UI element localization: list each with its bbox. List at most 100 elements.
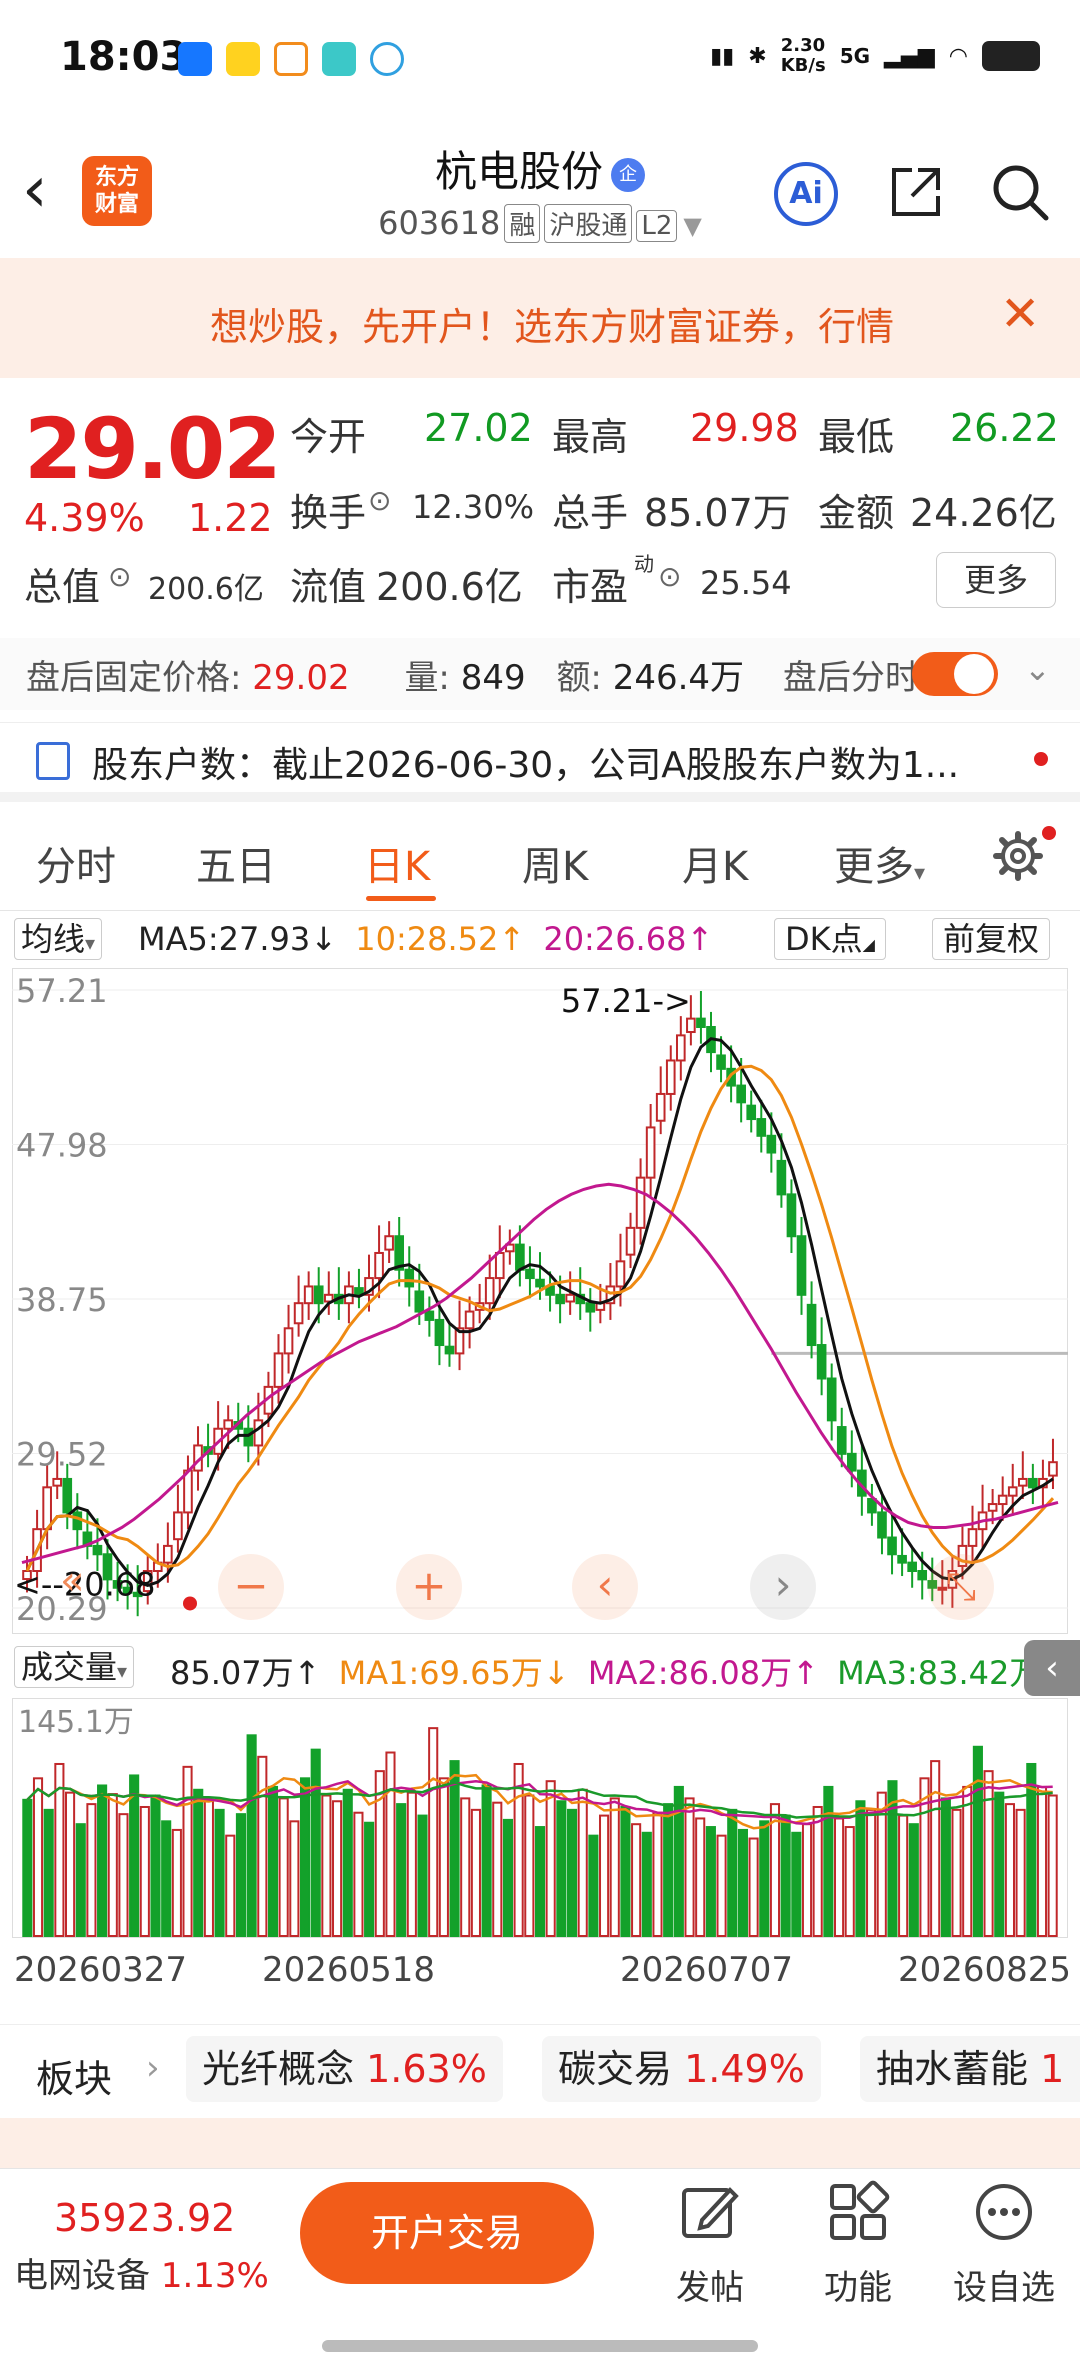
info-icon[interactable]: ⊙: [108, 560, 131, 593]
promo-text[interactable]: 想炒股，先开户！选东方财富证券，行情: [210, 296, 894, 351]
search-icon[interactable]: [988, 160, 1052, 224]
dropdown-icon: ▾: [117, 1659, 128, 1683]
fullscreen-button[interactable]: ⤡: [928, 1554, 994, 1620]
candle-body: [515, 1243, 525, 1271]
sector-item[interactable]: 抽水蓄能 1: [860, 2036, 1080, 2102]
index-row[interactable]: 电网设备 1.13%: [14, 2248, 269, 2297]
ai-assistant-icon[interactable]: Ai: [774, 162, 838, 226]
dropdown-icon: ▾: [914, 861, 926, 886]
share-icon[interactable]: [886, 162, 946, 222]
info-icon[interactable]: ⊙: [368, 484, 391, 517]
candle-body: [585, 1302, 596, 1313]
vol-ma2-arrow: ↑: [792, 1654, 819, 1692]
volume-bar: [951, 1808, 962, 1937]
after-hours-row: 盘后固定价格: 29.02 量: 849 额: 246.4万 盘后分时: [26, 650, 919, 699]
volume-bar: [460, 1797, 471, 1937]
chevron-right-icon[interactable]: ›: [146, 2048, 160, 2088]
volume-bar: [332, 1800, 343, 1937]
volume-bar: [577, 1788, 588, 1937]
volume-bar: [502, 1818, 514, 1937]
date-label: 20260518: [262, 1950, 436, 1990]
ma-select[interactable]: 均线▾: [14, 918, 103, 960]
volume-bar: [129, 1774, 140, 1937]
volume-bar: [438, 1777, 449, 1937]
collapse-icon[interactable]: ‹: [1024, 1640, 1080, 1696]
volume-bar: [748, 1837, 759, 1937]
volume-bar: [396, 1803, 407, 1937]
candle-body: [686, 1017, 696, 1034]
open-account-button[interactable]: 开户交易: [300, 2182, 594, 2284]
candle-body: [887, 1536, 897, 1556]
shareholders-text[interactable]: 股东户数：截止2026-06-30，公司A股股东户数为1...: [92, 736, 959, 788]
candle-body: [52, 1477, 63, 1487]
volume-bar: [107, 1793, 118, 1938]
volume-bar: [428, 1727, 439, 1937]
tab-more[interactable]: 更多▾: [834, 834, 925, 892]
turnover-value: 12.30%: [412, 488, 535, 526]
volume-bar: [65, 1791, 76, 1937]
candle-body: [675, 1034, 686, 1062]
grid-icon[interactable]: [826, 2180, 890, 2244]
features-label[interactable]: 功能: [798, 2260, 918, 2309]
volume-select[interactable]: 成交量▾: [14, 1646, 135, 1688]
info-icon[interactable]: ⊙: [658, 560, 681, 593]
volume-bar: [161, 1820, 172, 1937]
tag-margin: 融: [504, 204, 541, 243]
close-icon[interactable]: ✕: [1000, 286, 1040, 342]
volume-chart[interactable]: 145.1万: [12, 1698, 1068, 1938]
volume-bar: [22, 1798, 33, 1937]
candle-body: [665, 1059, 676, 1095]
volume-bar: [118, 1813, 129, 1937]
ma5-arrow: ↓: [310, 920, 338, 958]
candle-body: [836, 1426, 847, 1455]
tab-daily-k[interactable]: 日K: [364, 834, 430, 892]
candle-body: [615, 1260, 626, 1288]
tab-intraday[interactable]: 分时: [36, 834, 116, 892]
more-button[interactable]: 更多: [936, 552, 1056, 608]
sector-item[interactable]: 光纤概念 1.63%: [186, 2036, 503, 2102]
tab-five-day[interactable]: 五日: [196, 834, 276, 892]
candle-body: [997, 1494, 1008, 1506]
candle-body: [565, 1293, 575, 1303]
volume-bar: [769, 1803, 781, 1937]
tab-weekly-k[interactable]: 周K: [522, 834, 588, 892]
index-value[interactable]: 35923.92: [54, 2196, 235, 2240]
candle-body: [645, 1126, 656, 1179]
pan-left-button[interactable]: ‹: [572, 1554, 638, 1620]
compose-icon[interactable]: [678, 2180, 742, 2244]
vol-arrow: ↑: [293, 1654, 321, 1692]
candle-body: [183, 1469, 193, 1514]
candle-body: [917, 1570, 928, 1581]
sector-item[interactable]: 碳交易 1.49%: [542, 2036, 821, 2102]
candle-body: [62, 1477, 73, 1514]
adjust-button[interactable]: 前复权: [932, 918, 1051, 960]
volume-bar: [97, 1784, 108, 1938]
gear-icon[interactable]: [992, 830, 1044, 882]
candle-body: [293, 1302, 304, 1325]
volume-bar: [663, 1803, 674, 1937]
meituan-icon: [226, 42, 260, 76]
chevron-down-icon[interactable]: ⌄: [1024, 650, 1051, 688]
kline-chart[interactable]: 57.2147.9838.7529.5220.2957.21-><--20.68: [12, 968, 1068, 1634]
rewind-icon[interactable]: «: [60, 1558, 84, 1604]
stock-code: 603618: [378, 204, 501, 242]
volume-bar: [321, 1794, 332, 1937]
dropdown-icon: ▼: [683, 212, 702, 240]
candle-body: [223, 1419, 234, 1430]
volume-bar: [278, 1797, 289, 1937]
add-watchlist-label[interactable]: 设自选: [944, 2260, 1064, 2309]
zoom-in-button[interactable]: +: [396, 1554, 462, 1620]
tab-monthly-k[interactable]: 月K: [682, 834, 748, 892]
zoom-out-button[interactable]: −: [218, 1554, 284, 1620]
more-dots-icon[interactable]: [972, 2180, 1036, 2244]
candle-body: [716, 1054, 726, 1070]
pan-right-button[interactable]: ›: [750, 1554, 816, 1620]
post-label[interactable]: 发帖: [650, 2260, 770, 2309]
volume-bar: [705, 1826, 716, 1937]
candle-body: [1048, 1461, 1058, 1477]
dk-point-button[interactable]: DK点◢: [774, 918, 886, 960]
after-vol: 849: [460, 658, 526, 698]
volume-bar: [289, 1820, 300, 1937]
ma5-value: MA5:27.93: [138, 920, 311, 958]
amount-value: 24.26亿: [910, 491, 1057, 535]
